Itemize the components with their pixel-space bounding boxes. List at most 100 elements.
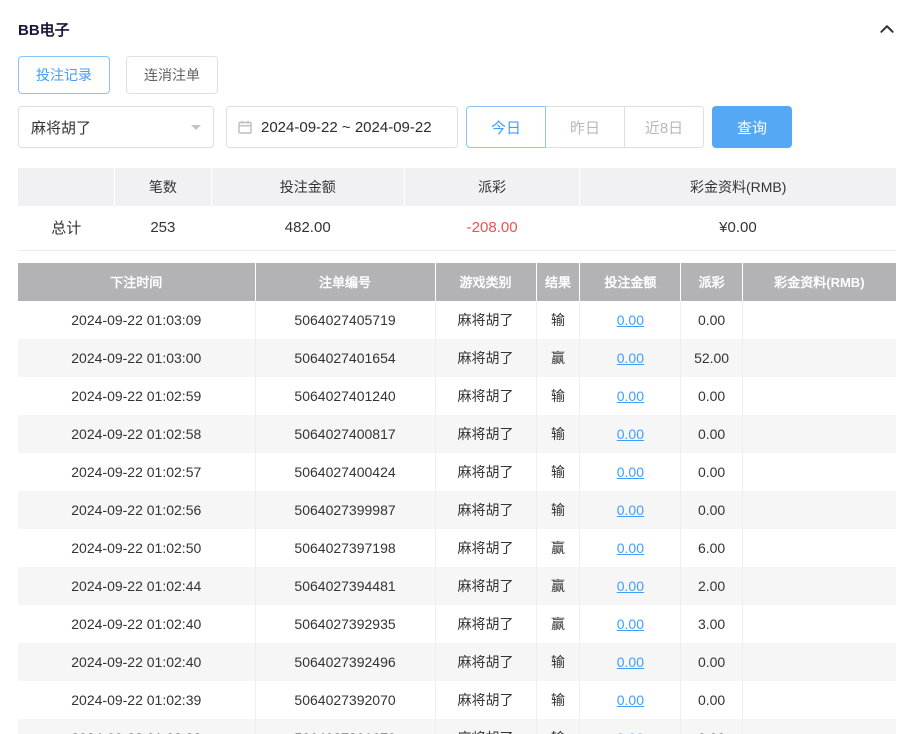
- table-header-cell: 投注金额: [580, 263, 681, 301]
- table-row: 2024-09-22 01:02:505064027397198麻将胡了赢 0.0…: [18, 529, 896, 567]
- tab-cancel-orders[interactable]: 连消注单: [126, 56, 218, 94]
- summary-header-cell: 彩金资料(RMB): [580, 168, 896, 206]
- calendar-icon: [237, 119, 253, 135]
- table-row: 2024-09-22 01:02:445064027394481麻将胡了赢0.0…: [18, 567, 896, 605]
- bet-amount-cell: 0.00: [580, 719, 681, 734]
- bonus-cell: [742, 681, 896, 719]
- game-type-cell: 麻将胡了: [435, 529, 536, 567]
- bonus-cell: [742, 453, 896, 491]
- payout-cell: 0.00: [681, 681, 742, 719]
- bet-time-cell: 2024-09-22 01:02:40: [18, 643, 255, 681]
- bet-amount-link[interactable]: 0.00: [617, 578, 644, 594]
- quick-button-today[interactable]: 今日: [466, 106, 546, 148]
- payout-cell: 0.00: [681, 719, 742, 734]
- tabs: 投注记录连消注单: [18, 56, 896, 94]
- summary-total-label: 总计: [18, 206, 115, 250]
- summary-header-cell: [18, 168, 115, 206]
- game-type-cell: 麻将胡了: [435, 681, 536, 719]
- page-title: BB电子: [18, 19, 70, 40]
- search-button[interactable]: 查询: [712, 106, 792, 148]
- payout-cell: 0.00: [681, 301, 742, 339]
- bet-time-cell: 2024-09-22 01:02:56: [18, 491, 255, 529]
- bet-amount-link[interactable]: 0.00: [617, 540, 644, 556]
- bet-amount-link[interactable]: 0.00: [617, 654, 644, 670]
- bet-amount-cell: 0.00: [580, 605, 681, 643]
- table-header-cell: 游戏类别: [435, 263, 536, 301]
- panel-header: BB电子: [18, 14, 896, 44]
- summary-count: 253: [115, 206, 212, 250]
- date-range-input[interactable]: 2024-09-22 ~ 2024-09-22: [226, 106, 458, 148]
- bet-records-panel: BB电子 投注记录连消注单 麻将胡了 2024-09-22 ~ 2024-09-…: [0, 0, 914, 734]
- bet-records-table: 下注时间注单编号游戏类别结果投注金额派彩彩金资料(RMB) 2024-09-22…: [18, 263, 896, 734]
- order-id-cell: 5064027400817: [255, 415, 435, 453]
- bonus-cell: [742, 643, 896, 681]
- bet-amount-cell: 0.00: [580, 567, 681, 605]
- summary-header-cell: 派彩: [404, 168, 580, 206]
- bonus-cell: [742, 301, 896, 339]
- bet-amount-link[interactable]: 0.00: [617, 464, 644, 480]
- quick-button-last-8-days[interactable]: 近8日: [624, 106, 704, 148]
- result-cell: 赢: [536, 529, 580, 567]
- summary-header-cell: 投注金额: [211, 168, 404, 206]
- table-row: 2024-09-22 01:03:095064027405719麻将胡了输0.0…: [18, 301, 896, 339]
- result-cell: 输: [536, 719, 580, 734]
- bet-amount-link[interactable]: 0.00: [617, 426, 644, 442]
- bet-amount-cell: 0.00: [580, 301, 681, 339]
- bonus-cell: [742, 377, 896, 415]
- summary-header-row: 笔数投注金额派彩彩金资料(RMB): [18, 168, 896, 206]
- bet-amount-link[interactable]: 0.00: [617, 692, 644, 708]
- table-header-row: 下注时间注单编号游戏类别结果投注金额派彩彩金资料(RMB): [18, 263, 896, 301]
- bonus-cell: [742, 529, 896, 567]
- game-type-cell: 麻将胡了: [435, 377, 536, 415]
- bet-time-cell: 2024-09-22 01:02:59: [18, 377, 255, 415]
- bet-amount-link[interactable]: 0.00: [617, 730, 644, 734]
- filter-bar: 麻将胡了 2024-09-22 ~ 2024-09-22 今日昨日近8日 查询: [18, 106, 896, 148]
- table-header-cell: 结果: [536, 263, 580, 301]
- payout-cell: 0.00: [681, 415, 742, 453]
- bet-amount-link[interactable]: 0.00: [617, 388, 644, 404]
- table-row: 2024-09-22 01:02:565064027399987麻将胡了输0.0…: [18, 491, 896, 529]
- tab-bet-records[interactable]: 投注记录: [18, 56, 110, 94]
- payout-cell: 6.00: [681, 529, 742, 567]
- bet-time-cell: 2024-09-22 01:03:00: [18, 339, 255, 377]
- order-id-cell: 5064027400424: [255, 453, 435, 491]
- bonus-cell: [742, 339, 896, 377]
- game-type-select[interactable]: 麻将胡了: [18, 106, 214, 148]
- bet-amount-cell: 0.00: [580, 377, 681, 415]
- result-cell: 赢: [536, 567, 580, 605]
- result-cell: 输: [536, 415, 580, 453]
- payout-cell: 0.00: [681, 643, 742, 681]
- table-header-cell: 派彩: [681, 263, 742, 301]
- payout-cell: 2.00: [681, 567, 742, 605]
- bet-amount-cell: 0.00: [580, 681, 681, 719]
- bet-amount-link[interactable]: 0.00: [617, 350, 644, 366]
- table-row: 2024-09-22 01:02:585064027400817麻将胡了输0.0…: [18, 415, 896, 453]
- bet-time-cell: 2024-09-22 01:02:50: [18, 529, 255, 567]
- quick-date-buttons: 今日昨日近8日: [466, 106, 704, 148]
- result-cell: 输: [536, 377, 580, 415]
- bet-amount-link[interactable]: 0.00: [617, 312, 644, 328]
- order-id-cell: 5064027391670: [255, 719, 435, 734]
- bet-time-cell: 2024-09-22 01:02:58: [18, 415, 255, 453]
- bet-time-cell: 2024-09-22 01:02:40: [18, 605, 255, 643]
- bet-time-cell: 2024-09-22 01:02:57: [18, 453, 255, 491]
- payout-cell: 52.00: [681, 339, 742, 377]
- game-type-cell: 麻将胡了: [435, 453, 536, 491]
- chevron-up-icon[interactable]: [878, 20, 896, 38]
- result-cell: 输: [536, 491, 580, 529]
- bet-amount-link[interactable]: 0.00: [617, 502, 644, 518]
- chevron-down-icon: [191, 125, 201, 135]
- bet-amount-cell: 0.00: [580, 453, 681, 491]
- result-cell: 输: [536, 453, 580, 491]
- quick-button-yesterday[interactable]: 昨日: [545, 106, 625, 148]
- summary-payout: -208.00: [404, 206, 580, 250]
- table-row: 2024-09-22 01:02:405064027392935麻将胡了赢0.0…: [18, 605, 896, 643]
- bet-amount-link[interactable]: 0.00: [617, 616, 644, 632]
- bet-amount-cell: 0.00: [580, 415, 681, 453]
- order-id-cell: 5064027397198: [255, 529, 435, 567]
- order-id-cell: 5064027392496: [255, 643, 435, 681]
- bonus-cell: [742, 491, 896, 529]
- summary-bet-amount: 482.00: [211, 206, 404, 250]
- summary-total-row: 总计 253 482.00 -208.00 ¥0.00: [18, 206, 896, 250]
- game-type-cell: 麻将胡了: [435, 643, 536, 681]
